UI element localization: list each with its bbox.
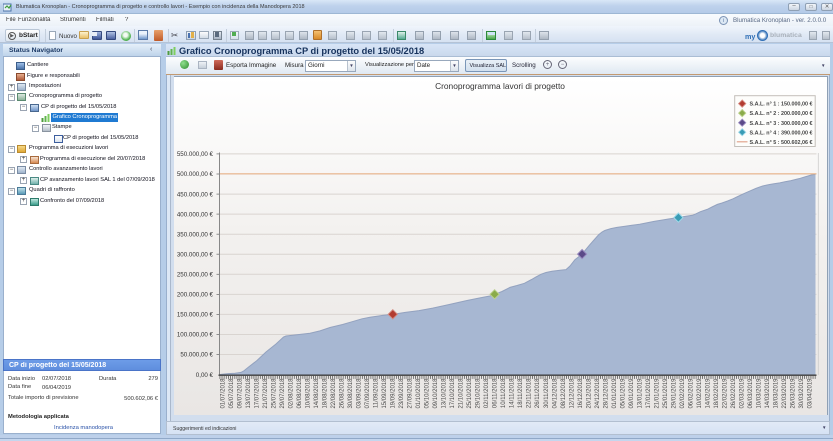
- svg-text:26/08/2018: 26/08/2018: [340, 378, 346, 409]
- svg-text:01/10/2018: 01/10/2018: [416, 378, 422, 409]
- svg-text:S.A.L. n° 2 : 200.000,00 €: S.A.L. n° 2 : 200.000,00 €: [750, 111, 813, 117]
- svg-text:Cronoprogramma lavori di proge: Cronoprogramma lavori di progetto: [435, 81, 565, 91]
- svg-text:21/10/2018: 21/10/2018: [459, 378, 465, 409]
- svg-text:10/02/2019: 10/02/2019: [697, 378, 703, 409]
- svg-text:05/10/2018: 05/10/2018: [425, 378, 431, 409]
- svg-text:250.000,00 €: 250.000,00 €: [177, 272, 214, 279]
- svg-text:20/12/2018: 20/12/2018: [586, 378, 592, 409]
- svg-text:500.000,00 €: 500.000,00 €: [177, 171, 214, 178]
- svg-text:14/03/2019: 14/03/2019: [765, 378, 771, 409]
- svg-text:18/11/2018: 18/11/2018: [518, 378, 524, 408]
- svg-text:01/07/2018: 01/07/2018: [221, 378, 227, 409]
- svg-text:S.A.L. n° 3 : 300.000,00 €: S.A.L. n° 3 : 300.000,00 €: [750, 121, 813, 127]
- svg-text:18/02/2019: 18/02/2019: [714, 378, 720, 409]
- svg-text:24/12/2018: 24/12/2018: [595, 378, 601, 409]
- svg-text:02/11/2018: 02/11/2018: [484, 378, 490, 408]
- svg-text:11/09/2018: 11/09/2018: [374, 378, 380, 408]
- svg-text:07/09/2018: 07/09/2018: [365, 378, 371, 409]
- svg-text:450.000,00 €: 450.000,00 €: [177, 191, 214, 198]
- svg-text:22/11/2018: 22/11/2018: [527, 378, 533, 408]
- svg-text:16/12/2018: 16/12/2018: [578, 378, 584, 409]
- svg-text:06/03/2019: 06/03/2019: [748, 378, 754, 409]
- svg-text:550.000,00 €: 550.000,00 €: [177, 151, 214, 158]
- svg-text:29/01/2019: 29/01/2019: [671, 378, 677, 409]
- svg-text:06/02/2019: 06/02/2019: [688, 378, 694, 409]
- svg-text:14/02/2019: 14/02/2019: [705, 378, 711, 409]
- svg-text:23/09/2018: 23/09/2018: [399, 378, 405, 409]
- svg-text:18/03/2019: 18/03/2019: [773, 378, 779, 409]
- svg-text:21/07/2018: 21/07/2018: [263, 378, 269, 409]
- svg-text:13/07/2018: 13/07/2018: [246, 378, 252, 409]
- svg-text:27/09/2018: 27/09/2018: [408, 378, 414, 409]
- svg-text:08/12/2018: 08/12/2018: [561, 378, 567, 409]
- svg-text:26/11/2018: 26/11/2018: [535, 378, 541, 408]
- svg-text:12/12/2018: 12/12/2018: [569, 378, 575, 409]
- svg-text:06/11/2018: 06/11/2018: [493, 378, 499, 408]
- svg-text:06/08/2018: 06/08/2018: [297, 378, 303, 409]
- svg-text:02/02/2019: 02/02/2019: [680, 378, 686, 409]
- svg-text:200.000,00 €: 200.000,00 €: [177, 292, 214, 299]
- svg-text:10/03/2019: 10/03/2019: [756, 378, 762, 409]
- svg-text:29/07/2018: 29/07/2018: [280, 378, 286, 409]
- svg-text:04/12/2018: 04/12/2018: [552, 378, 558, 409]
- svg-text:29/10/2018: 29/10/2018: [476, 378, 482, 409]
- svg-text:09/01/2019: 09/01/2019: [629, 378, 635, 409]
- svg-text:14/08/2018: 14/08/2018: [314, 378, 320, 409]
- svg-text:13/10/2018: 13/10/2018: [442, 378, 448, 409]
- svg-text:S.A.L. n° 4 : 390.000,00 €: S.A.L. n° 4 : 390.000,00 €: [750, 130, 813, 136]
- svg-text:100.000,00 €: 100.000,00 €: [177, 332, 214, 339]
- svg-text:05/01/2019: 05/01/2019: [620, 378, 626, 409]
- svg-text:0,00 €: 0,00 €: [196, 372, 214, 379]
- svg-text:02/03/2019: 02/03/2019: [739, 378, 745, 409]
- svg-text:17/01/2019: 17/01/2019: [646, 378, 652, 409]
- svg-text:150.000,00 €: 150.000,00 €: [177, 312, 214, 319]
- svg-text:05/07/2018: 05/07/2018: [229, 378, 235, 409]
- svg-text:17/10/2018: 17/10/2018: [450, 378, 456, 409]
- svg-text:300.000,00 €: 300.000,00 €: [177, 251, 214, 258]
- svg-text:22/03/2019: 22/03/2019: [782, 378, 788, 409]
- svg-text:26/03/2019: 26/03/2019: [790, 378, 796, 409]
- svg-text:18/08/2018: 18/08/2018: [323, 378, 329, 409]
- svg-text:26/02/2019: 26/02/2019: [731, 378, 737, 409]
- svg-text:09/10/2018: 09/10/2018: [433, 378, 439, 409]
- svg-text:30/03/2019: 30/03/2019: [799, 378, 805, 409]
- svg-text:25/07/2018: 25/07/2018: [272, 378, 278, 409]
- svg-text:28/12/2018: 28/12/2018: [603, 378, 609, 409]
- svg-text:02/08/2018: 02/08/2018: [289, 378, 295, 409]
- svg-text:17/07/2018: 17/07/2018: [255, 378, 261, 409]
- svg-text:30/11/2018: 30/11/2018: [544, 378, 550, 408]
- svg-text:21/01/2019: 21/01/2019: [654, 378, 660, 409]
- svg-text:03/09/2018: 03/09/2018: [357, 378, 363, 409]
- svg-text:15/09/2018: 15/09/2018: [382, 378, 388, 409]
- svg-text:22/02/2019: 22/02/2019: [722, 378, 728, 409]
- svg-text:13/01/2019: 13/01/2019: [637, 378, 643, 409]
- svg-text:25/01/2019: 25/01/2019: [663, 378, 669, 409]
- svg-text:400.000,00 €: 400.000,00 €: [177, 211, 214, 218]
- svg-text:01/01/2019: 01/01/2019: [612, 378, 618, 409]
- svg-text:50.000,00 €: 50.000,00 €: [180, 352, 213, 359]
- svg-text:19/09/2018: 19/09/2018: [391, 378, 397, 409]
- svg-text:S.A.L. n° 1 : 150.000,00 €: S.A.L. n° 1 : 150.000,00 €: [750, 102, 813, 108]
- svg-text:10/08/2018: 10/08/2018: [306, 378, 312, 409]
- svg-text:03/04/2019: 03/04/2019: [807, 378, 813, 409]
- svg-text:14/11/2018: 14/11/2018: [510, 378, 516, 408]
- svg-text:25/10/2018: 25/10/2018: [467, 378, 473, 409]
- svg-text:09/07/2018: 09/07/2018: [238, 378, 244, 409]
- svg-text:S.A.L. n° 5 : 500.602,06 €: S.A.L. n° 5 : 500.602,06 €: [750, 140, 813, 146]
- svg-text:10/11/2018: 10/11/2018: [501, 378, 507, 408]
- svg-text:22/08/2018: 22/08/2018: [331, 378, 337, 409]
- svg-text:30/08/2018: 30/08/2018: [348, 378, 354, 409]
- svg-text:350.000,00 €: 350.000,00 €: [177, 231, 214, 238]
